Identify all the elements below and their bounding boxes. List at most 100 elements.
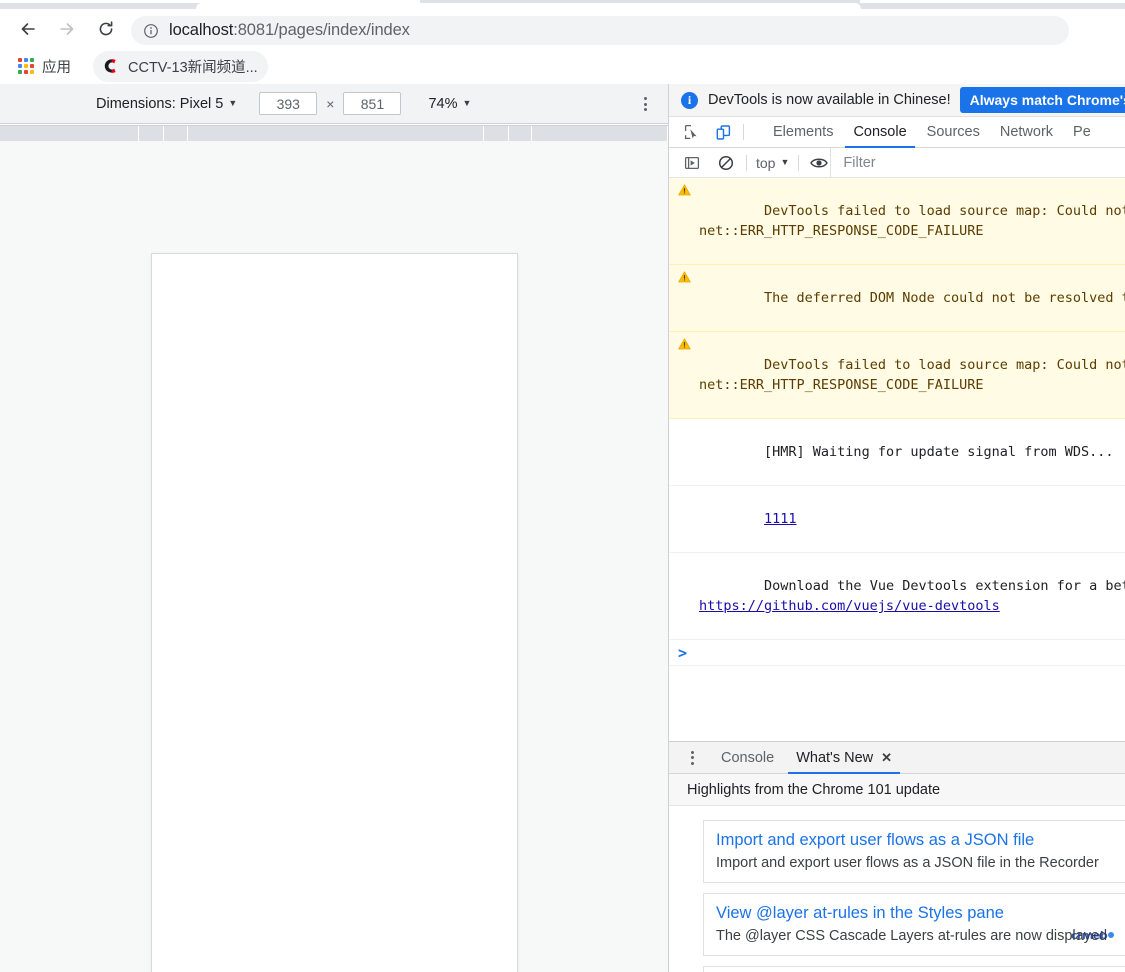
browser-window: localhost:8081/pages/index/index 应用 CCTV… [0,0,1125,972]
console-message-log[interactable]: Download the Vue Devtools extension for … [669,553,1125,640]
tab-sources[interactable]: Sources [927,117,980,148]
console-message-line-1: DevTools failed to load source map: Coul… [764,357,1125,373]
clear-console-icon[interactable] [715,152,737,174]
console-message-list[interactable]: DevTools failed to load source map: Coul… [669,178,1125,824]
chevron-down-icon: ▼ [780,157,790,167]
warning-triangle-icon [678,271,691,283]
drawer-tab-whats-new[interactable]: What's New ✕ [788,742,900,774]
device-emulation-pane: Dimensions: Pixel 5 ▼ × 74% ▼ [0,84,668,972]
address-bar[interactable]: localhost:8081/pages/index/index [131,16,1069,45]
warning-triangle-icon [678,184,691,196]
info-circle-icon[interactable] [143,23,159,39]
tab-network[interactable]: Network [1000,117,1053,148]
tab-console[interactable]: Console [845,117,915,148]
bookmarks-bar: 应用 CCTV-13新闻频道... [0,48,1125,84]
console-message-line-2: net::ERR_HTTP_RESPONSE_CODE_FAILURE [699,377,984,393]
tab-strip [0,0,1125,9]
console-message-warning[interactable]: The deferred DOM Node could not be resol… [669,265,1125,332]
forward-arrow-icon [57,19,77,39]
tab-elements[interactable]: Elements [773,117,833,148]
back-arrow-icon [18,19,38,39]
devtools-tab-bar: Elements Console Sources Network Pe [669,117,1125,148]
address-bar-text: localhost:8081/pages/index/index [169,21,410,40]
console-message-warning[interactable]: DevTools failed to load source map: Coul… [669,332,1125,419]
apps-shortcut-label: 应用 [42,59,71,76]
toolbar-divider [743,124,744,140]
console-context-label: top [756,154,776,171]
console-filter-placeholder: Filter [843,154,876,171]
device-toolbar: Dimensions: Pixel 5 ▼ × 74% ▼ [0,84,668,124]
cctv-logo-icon [101,57,119,75]
console-input-prompt[interactable]: > [669,640,1125,666]
device-width-input[interactable] [259,92,318,115]
console-message-link[interactable]: https://github.com/vuejs/vue-devtools [699,598,1000,614]
console-message-log[interactable]: 1111 [669,486,1125,553]
tab-performance[interactable]: Pe [1073,117,1091,148]
console-message-text: [HMR] Waiting for update signal from WDS… [764,444,1114,460]
drawer-tab-label: What's New [796,749,874,766]
bookmark-item-cctv[interactable]: CCTV-13新闻频道... [93,50,268,82]
whats-new-card-title[interactable]: Import and export user flows as a JSON f… [716,829,1125,851]
device-preset-label: Dimensions: Pixel 5 [96,95,224,112]
close-icon[interactable]: ✕ [881,742,892,774]
forward-button[interactable] [56,18,78,40]
whats-new-card[interactable]: Support for the hwb() color function [703,966,1125,972]
apps-shortcut[interactable]: 应用 [12,52,79,81]
console-message-line-2: net::ERR_HTTP_RESPONSE_CODE_FAILURE [699,223,984,239]
console-message-line-1: The deferred DOM Node could not be resol… [764,290,1125,306]
drawer-tab-bar: Console What's New ✕ [669,742,1125,774]
console-message-log[interactable]: [HMR] Waiting for update signal from WDS… [669,419,1125,486]
console-sidebar-icon[interactable] [681,152,703,174]
reload-icon [96,19,116,39]
console-message-text: Download the Vue Devtools extension for … [764,578,1125,594]
back-button[interactable] [17,18,39,40]
rendered-page-content[interactable] [152,254,517,972]
banner-message: DevTools is now available in Chinese! [708,92,951,108]
device-zoom-selector[interactable]: 74% ▼ [428,96,471,112]
url-path: :8081/pages/index/index [233,21,410,39]
device-height-input[interactable] [343,92,402,115]
device-preset-selector[interactable]: Dimensions: Pixel 5 ▼ [96,96,237,112]
console-message-value[interactable]: 1111 [764,511,797,527]
browser-toolbar: localhost:8081/pages/index/index [0,9,1125,48]
whats-new-card-title[interactable]: View @layer at-rules in the Styles pane [716,902,1125,924]
drawer-tab-console[interactable]: Console [721,742,774,774]
console-message-warning[interactable]: DevTools failed to load source map: Coul… [669,178,1125,265]
whats-new-card-description: The @layer CSS Cascade Layers at-rules a… [716,928,1108,944]
dimension-separator: × [326,95,335,112]
chevron-down-icon: ▼ [228,98,238,108]
device-ruler [0,125,668,142]
devtools-locale-banner: i DevTools is now available in Chinese! … [669,84,1125,117]
device-viewport-background [0,141,668,972]
warning-triangle-icon [678,338,691,350]
whats-new-subtitle: Highlights from the Chrome 101 update [669,774,1125,806]
bookmark-item-label: CCTV-13新闻频道... [128,59,258,76]
url-host: localhost [169,21,234,39]
whats-new-card-list: Import and export user flows as a JSON f… [669,806,1125,972]
console-context-selector[interactable]: top ▼ [756,155,789,171]
toggle-device-toolbar-icon[interactable] [712,121,734,143]
live-expression-icon[interactable] [808,152,830,174]
whats-new-card-description: Import and export user flows as a JSON f… [716,855,1099,871]
drawer-menu-button[interactable] [685,750,699,766]
prompt-chevron-icon: > [678,643,688,662]
console-message-line-1: DevTools failed to load source map: Coul… [764,203,1125,219]
tab-strip-gap-right [860,0,1125,3]
devtools-drawer: Console What's New ✕ Highlights from the… [669,741,1125,972]
device-toolbar-menu-button[interactable] [636,95,654,113]
device-frame[interactable] [152,254,517,972]
whats-new-card[interactable]: Import and export user flows as a JSON f… [703,820,1125,883]
devtools-panel: i DevTools is now available in Chinese! … [668,84,1125,972]
drawer-tab-label: Console [721,749,775,766]
reload-button[interactable] [95,18,117,40]
toolbar-divider [746,154,747,171]
console-toolbar: top ▼ Filter [669,147,1125,178]
inspect-element-icon[interactable] [681,121,703,143]
chevron-down-icon: ▼ [462,98,472,108]
toolbar-divider [798,154,800,171]
info-icon: i [681,91,698,109]
whats-new-card[interactable]: View @layer at-rules in the Styles pane … [703,893,1125,956]
always-match-chrome-button[interactable]: Always match Chrome's [959,87,1125,113]
apps-grid-icon [18,58,34,74]
console-filter-input[interactable]: Filter [830,147,1125,178]
